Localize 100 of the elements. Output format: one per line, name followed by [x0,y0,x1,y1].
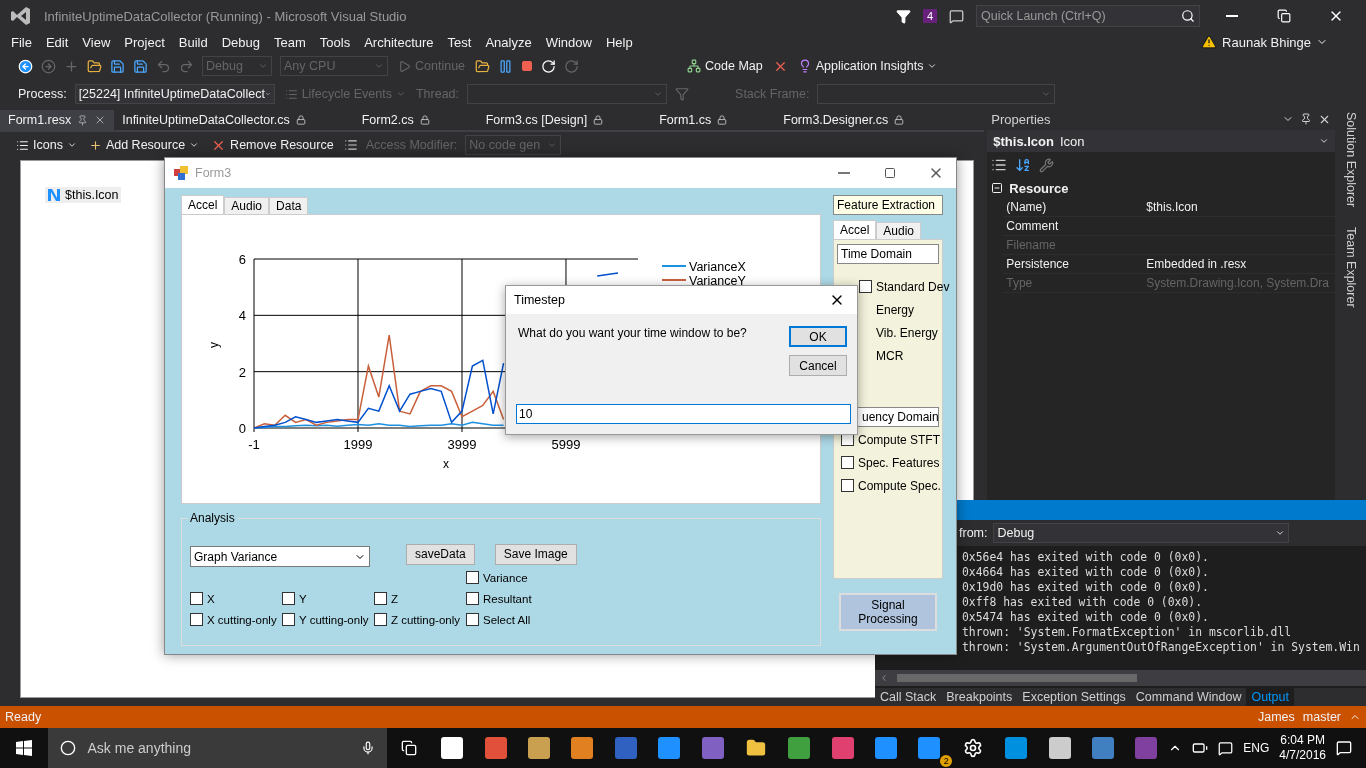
view-icon[interactable] [343,138,358,152]
taskbar-app-icon[interactable] [441,737,464,759]
time-domain-field[interactable]: Time Domain [837,244,939,264]
checkbox[interactable] [841,456,854,469]
feedback-icon[interactable] [949,8,964,24]
save-icon[interactable] [110,58,125,74]
tab[interactable]: Accel [181,195,225,214]
menu-item[interactable]: View [75,34,118,50]
tool-window-tab[interactable]: Breakpoints [941,688,1018,706]
undo-icon[interactable] [156,58,171,74]
side-tab[interactable]: Solution Explorer [1343,112,1358,208]
pin-icon[interactable] [1300,113,1313,125]
checkbox[interactable] [466,592,479,605]
process-dropdown[interactable]: [25224] InfiniteUptimeDataCollect [74,84,275,104]
action-button[interactable]: Save Image [494,543,577,565]
document-tab[interactable]: Form2.cs [353,110,438,130]
menu-item[interactable]: Test [440,34,479,50]
horizontal-scrollbar[interactable] [875,670,1366,686]
branch-name[interactable]: master [1302,710,1341,724]
code-map-button[interactable]: Code Map [685,59,765,73]
caret-icon[interactable] [189,140,200,150]
menu-item[interactable]: Tools [312,34,358,50]
checkbox[interactable] [374,613,387,626]
menu-item[interactable]: Analyze [478,34,539,50]
checkbox[interactable] [282,613,295,626]
checkbox[interactable] [841,479,854,492]
gear-icon[interactable] [962,738,983,758]
menu-item[interactable]: Debug [214,34,267,50]
add-resource-button[interactable]: Add Resource [86,138,202,152]
menu-item[interactable]: Architecture [357,34,441,50]
document-tab[interactable]: InfiniteUptimeDataCollector.cs [114,110,314,130]
side-tab[interactable]: Team Explorer [1343,227,1358,308]
notification-flag-icon[interactable] [895,8,911,24]
clock[interactable]: 6:04 PM 4/7/2016 [1279,733,1326,763]
alphabetical-icon[interactable] [1015,157,1032,173]
find-folder-icon[interactable] [475,58,491,74]
signal-processing-button[interactable]: Signal Processing [839,593,937,631]
graph-dropdown[interactable]: Graph Variance [190,546,370,567]
folder-icon[interactable] [745,738,766,758]
notifications-icon[interactable] [1336,740,1352,756]
document-tab[interactable]: Form3.Designer.cs [775,110,913,130]
message-icon[interactable] [1218,740,1234,756]
checkbox[interactable] [190,613,203,626]
open-folder-icon[interactable] [87,58,102,74]
cancel-button[interactable]: Cancel [789,355,847,376]
tab[interactable]: Audio [876,222,922,239]
pause-icon[interactable] [498,58,514,74]
tool-window-tab[interactable]: Exception Settings [1017,688,1131,706]
restart-icon[interactable] [541,58,557,74]
checkbox[interactable] [190,592,203,605]
menu-item[interactable]: Project [117,34,172,50]
action-button[interactable]: saveData [406,543,475,565]
menu-item[interactable]: Window [538,34,599,50]
quick-launch-field[interactable]: Quick Launch (Ctrl+Q) [976,5,1200,27]
user-name[interactable]: Raunak Bhinge [1222,34,1311,50]
taskbar-app-icon[interactable] [571,737,594,759]
ok-button[interactable]: OK [789,326,847,347]
menu-item[interactable]: Edit [38,34,76,50]
taskbar-app-icon[interactable] [875,737,898,759]
tab[interactable]: Data [269,197,309,214]
save-all-icon[interactable] [133,58,148,74]
object-selector[interactable]: $this.Icon Icon [987,130,1336,152]
menu-item[interactable]: File [4,34,39,50]
tab[interactable]: Accel [833,220,877,239]
task-view-icon[interactable] [400,740,417,756]
taskbar-search-field[interactable]: Ask me anything [47,728,388,768]
forward-icon[interactable] [41,58,56,74]
menu-item[interactable]: Build [171,34,215,50]
taskbar-app-icon[interactable] [658,737,681,759]
icons-view-button[interactable]: Icons [14,138,79,152]
property-value[interactable]: Embedded in .resx [1143,255,1332,273]
remove-resource-button[interactable]: Remove Resource [209,137,336,153]
tool-window-tab[interactable]: Output [1246,688,1294,706]
categorized-icon[interactable] [991,157,1008,173]
redo-icon[interactable] [179,58,194,74]
back-icon[interactable] [18,58,33,74]
stop-icon[interactable] [521,60,534,72]
wrench-icon[interactable] [1039,157,1055,173]
tool-window-tab[interactable]: Call Stack [875,688,942,706]
taskbar-app-icon[interactable] [1048,737,1071,759]
taskbar-app-icon[interactable] [918,737,941,759]
menu-item[interactable]: Help [598,34,640,50]
checkbox[interactable] [466,613,479,626]
property-value[interactable]: $this.Icon [1143,198,1332,216]
caret-icon[interactable] [927,61,938,71]
application-insights-button[interactable]: Application Insights [795,59,940,73]
language-indicator[interactable]: ENG [1243,741,1270,755]
checkbox[interactable] [282,592,295,605]
taskbar-app-icon[interactable] [788,737,811,759]
input-field[interactable]: 10 [516,404,851,424]
resource-item[interactable]: $this.Icon [45,187,121,203]
new-item-icon[interactable] [64,58,79,74]
output-source-dropdown[interactable]: Debug [993,523,1290,543]
taskbar-app-icon[interactable] [527,737,550,759]
tool-window-tab[interactable]: Command Window [1130,688,1247,706]
document-tab[interactable]: Form3.cs [Design] [477,110,612,130]
search-icon[interactable] [1181,9,1195,23]
collapse-icon[interactable] [991,182,1004,194]
feature-extraction-field[interactable]: Feature Extraction [833,195,943,215]
document-tab[interactable]: Form1.resx [0,110,115,130]
